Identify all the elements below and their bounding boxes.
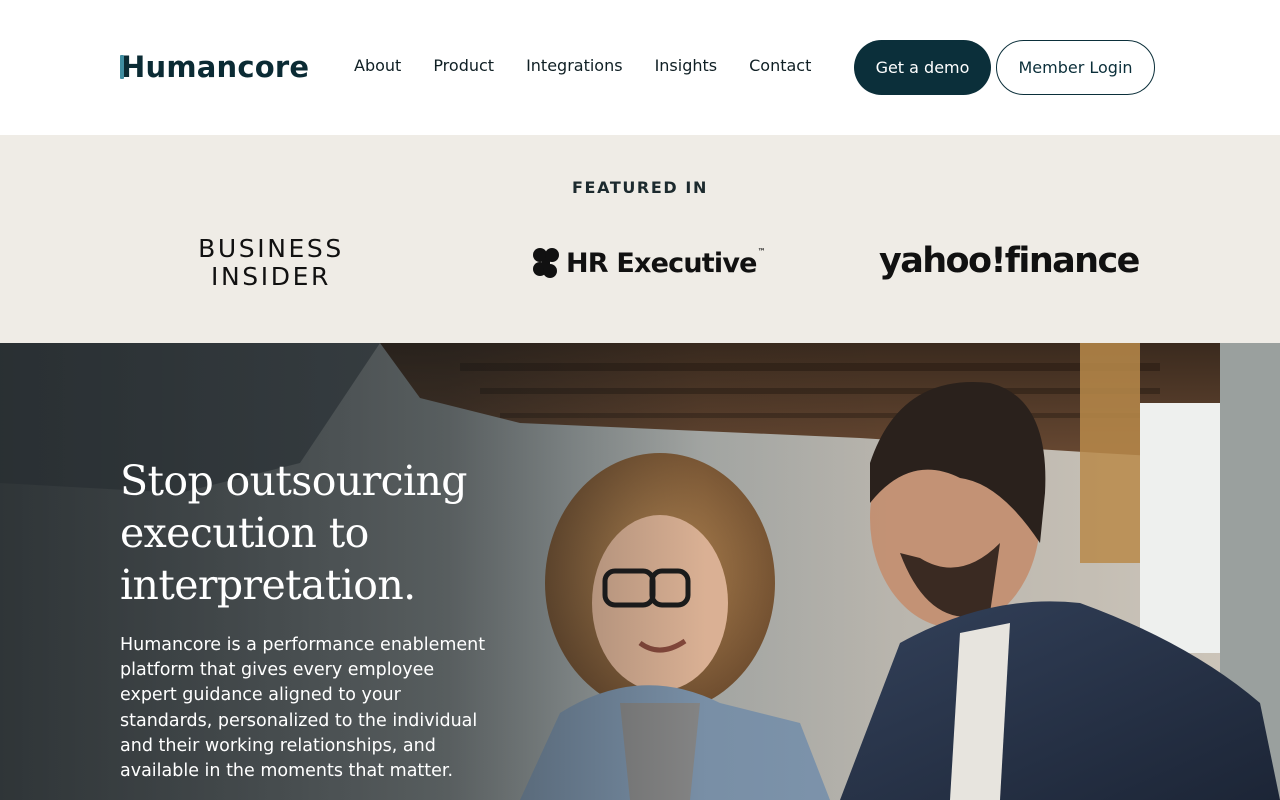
site-header: Humancore About Product Integrations Ins…	[0, 0, 1280, 135]
trademark-symbol: ™	[757, 247, 766, 256]
main-nav: About Product Integrations Insights Cont…	[354, 56, 843, 76]
hr-executive-mark-icon	[533, 248, 559, 278]
yahoo-finance-logo: yahoo!finance	[879, 241, 1140, 281]
logo-accent-bar	[120, 55, 124, 79]
get-demo-button[interactable]: Get a demo	[854, 40, 991, 95]
hr-executive-logo: HR Executive ™	[532, 245, 766, 281]
hero-description: Humancore is a performance enablement pl…	[120, 635, 486, 782]
nav-link-insights[interactable]: Insights	[655, 56, 718, 76]
nav-link-about[interactable]: About	[354, 56, 401, 76]
featured-in-section: FEATURED IN BUSINESS INSIDER HR Executiv…	[0, 135, 1280, 343]
hero-section: Stop outsourcing execution to interpreta…	[0, 343, 1280, 800]
hr-executive-wordmark: HR Executive	[566, 247, 757, 279]
business-insider-logo: BUSINESS INSIDER	[198, 234, 344, 291]
nav-link-contact[interactable]: Contact	[749, 56, 811, 76]
nav-link-product[interactable]: Product	[433, 56, 494, 76]
member-login-button[interactable]: Member Login	[996, 40, 1155, 95]
hero-title: Stop outsourcing execution to interpreta…	[120, 457, 468, 609]
featured-in-heading: FEATURED IN	[572, 178, 708, 197]
nav-link-integrations[interactable]: Integrations	[526, 56, 623, 76]
logo[interactable]: Humancore	[120, 50, 309, 84]
logo-text: Humancore	[121, 50, 310, 84]
